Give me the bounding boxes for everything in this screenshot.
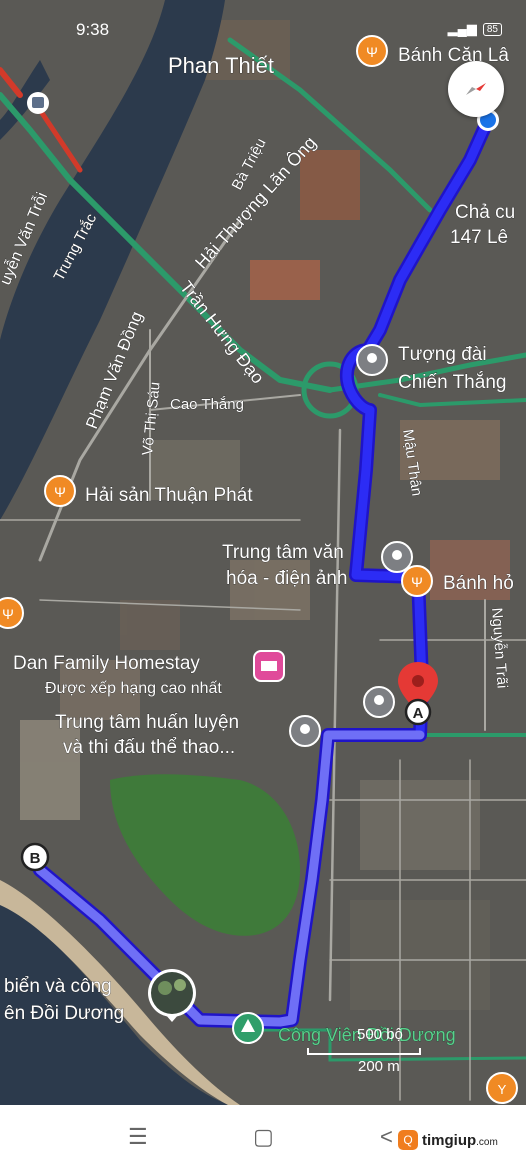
signal-icon: ▂▄▆ [447, 21, 477, 36]
poi-bar-pin[interactable]: Y [486, 1072, 518, 1104]
marker-a[interactable]: A [404, 698, 432, 726]
svg-text:Ψ: Ψ [411, 574, 423, 590]
compass-icon [466, 83, 486, 95]
svg-text:Y: Y [498, 1082, 507, 1097]
back-button[interactable]: < [380, 1125, 393, 1149]
status-bar: 9:38 ▂▄▆ 85 [0, 0, 526, 44]
poi-homestay-pin[interactable] [253, 650, 285, 682]
label-homestay-rating: Được xếp hạng cao nhất [45, 680, 222, 697]
label-van-hoa-1: Trung tâm văn [222, 542, 344, 563]
label-bai-bien-1: biển và công [4, 976, 112, 997]
poi-huan-luyen-pin[interactable] [289, 715, 321, 747]
svg-text:B: B [30, 850, 41, 867]
label-bai-bien-2: ên Đồi Dương [4, 1003, 124, 1024]
label-huan-luyen-2: và thi đấu thể thao... [63, 737, 235, 758]
poi-gray-pin[interactable] [363, 686, 395, 718]
bus-stop-icon[interactable] [27, 92, 49, 114]
city-label: Phan Thiết [168, 53, 274, 78]
watermark-brand: timgiup [422, 1131, 477, 1149]
marker-b[interactable]: B [20, 842, 50, 872]
label-cha-cua-1: Chả cu [455, 202, 515, 223]
svg-text:Ψ: Ψ [2, 606, 14, 622]
label-huan-luyen-1: Trung tâm huấn luyện [55, 712, 239, 733]
watermark-text: timgiup.com [422, 1132, 498, 1149]
svg-text:Ψ: Ψ [54, 484, 66, 500]
poi-hai-san-pin[interactable]: Ψ [44, 475, 76, 507]
scale-label-top: 500 bộ [357, 1026, 403, 1043]
battery-icon: 85 [482, 22, 502, 36]
watermark-suffix: .com [476, 1136, 498, 1148]
poi-tuong-dai-pin[interactable] [356, 344, 388, 376]
poi-left-edge-pin[interactable]: Ψ [0, 597, 24, 629]
poi-cong-vien-pin[interactable] [232, 1012, 264, 1044]
status-icons: ▂▄▆ 85 [448, 21, 502, 37]
map-canvas[interactable]: Ψ Ψ Ψ Ψ Y A B Phan Thiết Bánh Căn Lâ Chả… [0, 0, 526, 1105]
recent-apps-button[interactable]: ☰ [128, 1125, 148, 1149]
watermark-logo: Q [398, 1130, 418, 1150]
map-view[interactable]: Ψ Ψ Ψ Ψ Y A B Phan Thiết Bánh Căn Lâ Chả… [0, 0, 526, 1105]
label-cha-cua-2: 147 Lê [450, 227, 508, 248]
scale-label-bottom: 200 m [358, 1058, 400, 1075]
home-button[interactable]: ▢ [253, 1125, 274, 1149]
compass-button[interactable] [448, 61, 504, 117]
svg-text:A: A [413, 705, 424, 722]
watermark: Q timgiup.com [398, 1130, 498, 1150]
label-tuong-dai-2: Chiến Thắng [398, 371, 506, 393]
poi-van-hoa-pin[interactable] [381, 541, 413, 573]
street-cao-thang: Cao Thắng [170, 396, 244, 413]
status-time: 9:38 [76, 20, 110, 39]
label-van-hoa-2: hóa - điện ảnh [226, 568, 348, 589]
label-tuong-dai-1: Tượng đài [398, 344, 487, 365]
poi-banh-hoi-pin[interactable]: Ψ [401, 565, 433, 597]
svg-text:Ψ: Ψ [366, 44, 378, 60]
label-homestay-name: Dan Family Homestay [13, 653, 200, 674]
label-banh-hoi: Bánh hỏ [443, 573, 514, 594]
label-hai-san: Hải sản Thuận Phát [85, 485, 253, 506]
